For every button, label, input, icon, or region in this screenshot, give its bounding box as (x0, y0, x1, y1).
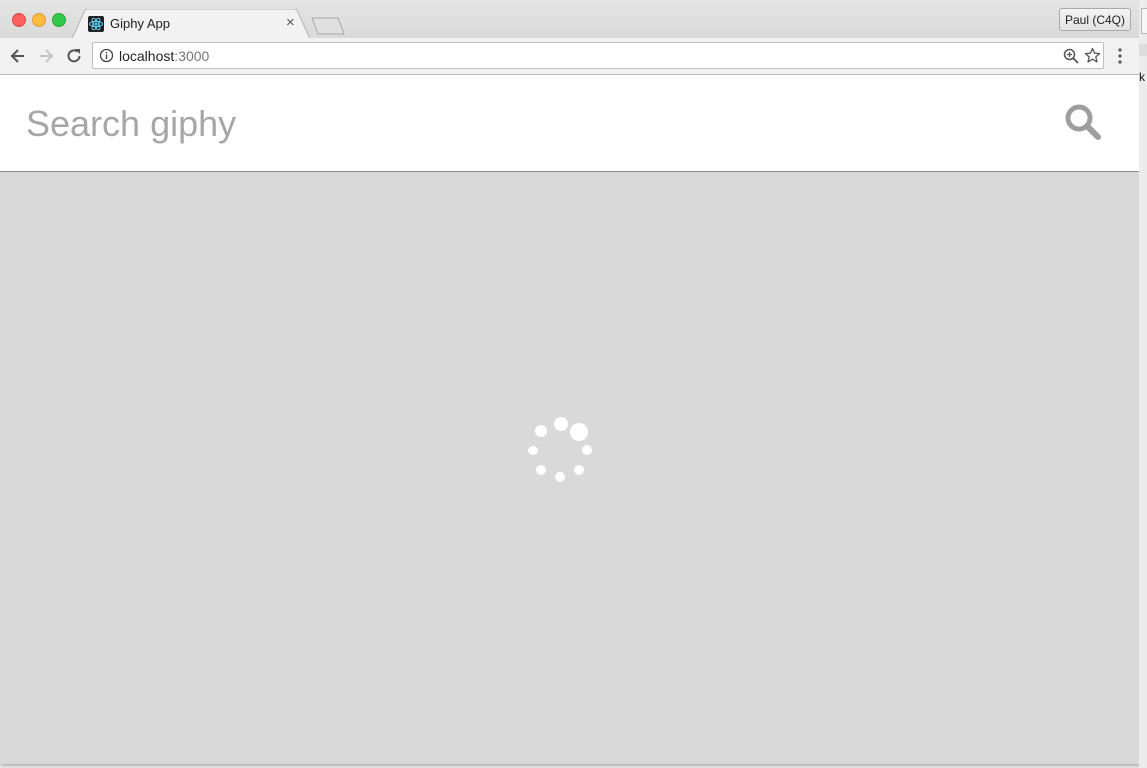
search-icon[interactable] (1064, 103, 1102, 141)
star-icon[interactable] (1084, 47, 1101, 64)
page-content (0, 75, 1139, 764)
loading-spinner (524, 413, 596, 485)
reload-icon[interactable] (64, 46, 84, 66)
react-favicon-icon (88, 16, 104, 32)
url-host: localhost (119, 48, 175, 64)
background-window-button (1141, 8, 1147, 34)
browser-toolbar: localhost:3000 (0, 38, 1139, 75)
search-bar (0, 75, 1139, 172)
url-text[interactable]: localhost:3000 (119, 48, 209, 64)
menu-icon[interactable] (1114, 47, 1126, 65)
spinner-dot (528, 446, 538, 455)
spinner-dot (555, 472, 565, 482)
url-port: :3000 (174, 48, 210, 64)
info-icon[interactable] (99, 48, 114, 63)
tab-shape (72, 9, 310, 39)
tab-close-icon[interactable]: × (286, 15, 295, 31)
background-window-text: k (1139, 70, 1145, 84)
spinner-dot (535, 425, 547, 437)
spinner-dot (536, 465, 546, 475)
forward-icon[interactable] (36, 46, 56, 66)
search-input[interactable] (24, 93, 1028, 155)
back-icon[interactable] (8, 46, 28, 66)
profile-button[interactable]: Paul (C4Q) (1059, 8, 1131, 31)
background-window-edge: k (1139, 0, 1147, 768)
tab-giphy-app[interactable]: Giphy App × (72, 9, 310, 39)
tab-strip: Giphy App × Paul (C4Q) (0, 0, 1139, 39)
maximize-window-button[interactable] (52, 13, 66, 27)
background-window-bar (1139, 44, 1147, 56)
address-bar[interactable]: localhost:3000 (92, 42, 1104, 69)
spinner-dot (574, 465, 584, 475)
zoom-icon[interactable] (1063, 48, 1079, 64)
close-window-button[interactable] (12, 13, 26, 27)
minimize-window-button[interactable] (32, 13, 46, 27)
tab-title: Giphy App (110, 16, 170, 31)
new-tab-button[interactable] (310, 17, 346, 35)
spinner-dot (582, 445, 592, 455)
spinner-dot (554, 417, 568, 431)
spinner-dot (570, 423, 588, 441)
browser-window: Giphy App × Paul (C4Q) localhost:3000 Se… (0, 0, 1139, 764)
